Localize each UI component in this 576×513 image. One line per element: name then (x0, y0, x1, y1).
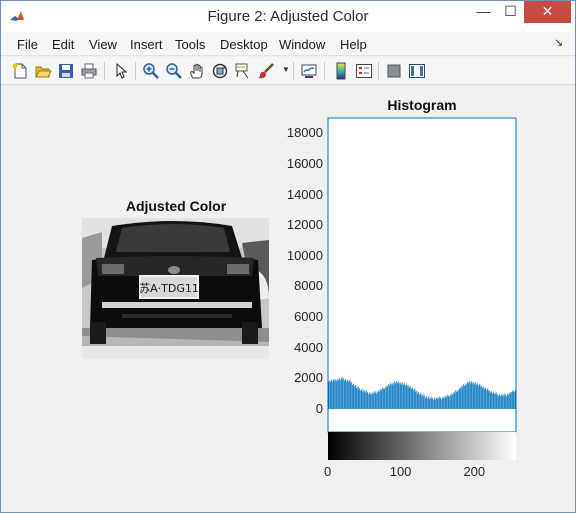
histogram-title: Histogram (387, 97, 457, 113)
show-plot-tools-icon[interactable] (408, 62, 426, 80)
image-axes-title: Adjusted Color (125, 198, 227, 214)
brush-icon[interactable] (257, 62, 275, 80)
save-icon[interactable] (57, 62, 75, 80)
open-file-icon[interactable] (34, 62, 52, 80)
y-tick-label: 10000 (286, 247, 323, 263)
figure-canvas: Adjusted Color 苏A·TDG11 Histogram 0 2000… (1, 86, 575, 512)
y-tick-label: 14000 (286, 186, 323, 202)
license-plate-text: 苏A·TDG11 (139, 282, 199, 295)
undock-arrow-icon[interactable]: ↘ (554, 36, 563, 49)
y-tick-label: 8000 (294, 278, 323, 294)
zoom-in-icon[interactable] (142, 62, 160, 80)
menu-insert[interactable]: Insert (130, 37, 163, 52)
pointer-icon[interactable] (112, 62, 130, 80)
toolbar-separator (378, 62, 379, 80)
toolbar-separator (135, 62, 136, 80)
minimize-button[interactable]: — (470, 1, 497, 23)
x-tick-label: 0 (324, 464, 332, 479)
colorbar-icon[interactable] (332, 62, 350, 80)
y-tick-label: 2000 (294, 370, 323, 386)
grayscale-colorbar (328, 432, 516, 460)
y-tick-label: 16000 (286, 155, 323, 171)
y-tick-label: 6000 (294, 309, 323, 325)
rotate-3d-icon[interactable] (211, 62, 229, 80)
data-cursor-icon[interactable] (234, 62, 252, 80)
zoom-out-icon[interactable] (165, 62, 183, 80)
toolbar-separator (324, 62, 325, 80)
brush-dropdown-caret-icon[interactable]: ▼ (282, 65, 290, 74)
menu-tools[interactable]: Tools (175, 37, 205, 52)
figure-window: Figure 2: Adjusted Color — ☐ ✕ File Edit… (0, 0, 576, 513)
x-tick-label: 200 (463, 464, 486, 479)
histogram-plot-area (327, 117, 517, 433)
menu-file[interactable]: File (17, 37, 38, 52)
maximize-button[interactable]: ☐ (497, 1, 524, 23)
menu-desktop[interactable]: Desktop (220, 37, 268, 52)
car-photo: 苏A·TDG11 (82, 218, 269, 359)
menu-bar: File Edit View Insert Tools Desktop Wind… (1, 32, 575, 56)
y-tick-label: 4000 (294, 339, 323, 355)
menu-help[interactable]: Help (340, 37, 367, 52)
x-tick-label: 100 (389, 464, 412, 479)
menu-edit[interactable]: Edit (52, 37, 74, 52)
legend-icon[interactable] (355, 62, 373, 80)
print-icon[interactable] (80, 62, 98, 80)
menu-view[interactable]: View (89, 37, 117, 52)
close-button[interactable]: ✕ (524, 1, 571, 23)
link-plot-icon[interactable] (300, 62, 318, 80)
title-bar[interactable]: Figure 2: Adjusted Color — ☐ ✕ (1, 1, 575, 32)
y-tick-label: 18000 (286, 125, 323, 141)
y-tick-label: 12000 (286, 217, 323, 233)
toolbar-separator (104, 62, 105, 80)
y-tick-label: 0 (315, 401, 323, 417)
hide-plot-tools-icon[interactable] (385, 62, 403, 80)
menu-window[interactable]: Window (279, 37, 325, 52)
new-figure-icon[interactable] (11, 62, 29, 80)
pan-hand-icon[interactable] (188, 62, 206, 80)
toolbar-separator (293, 62, 294, 80)
figure-toolbar: ▼ (1, 57, 575, 85)
